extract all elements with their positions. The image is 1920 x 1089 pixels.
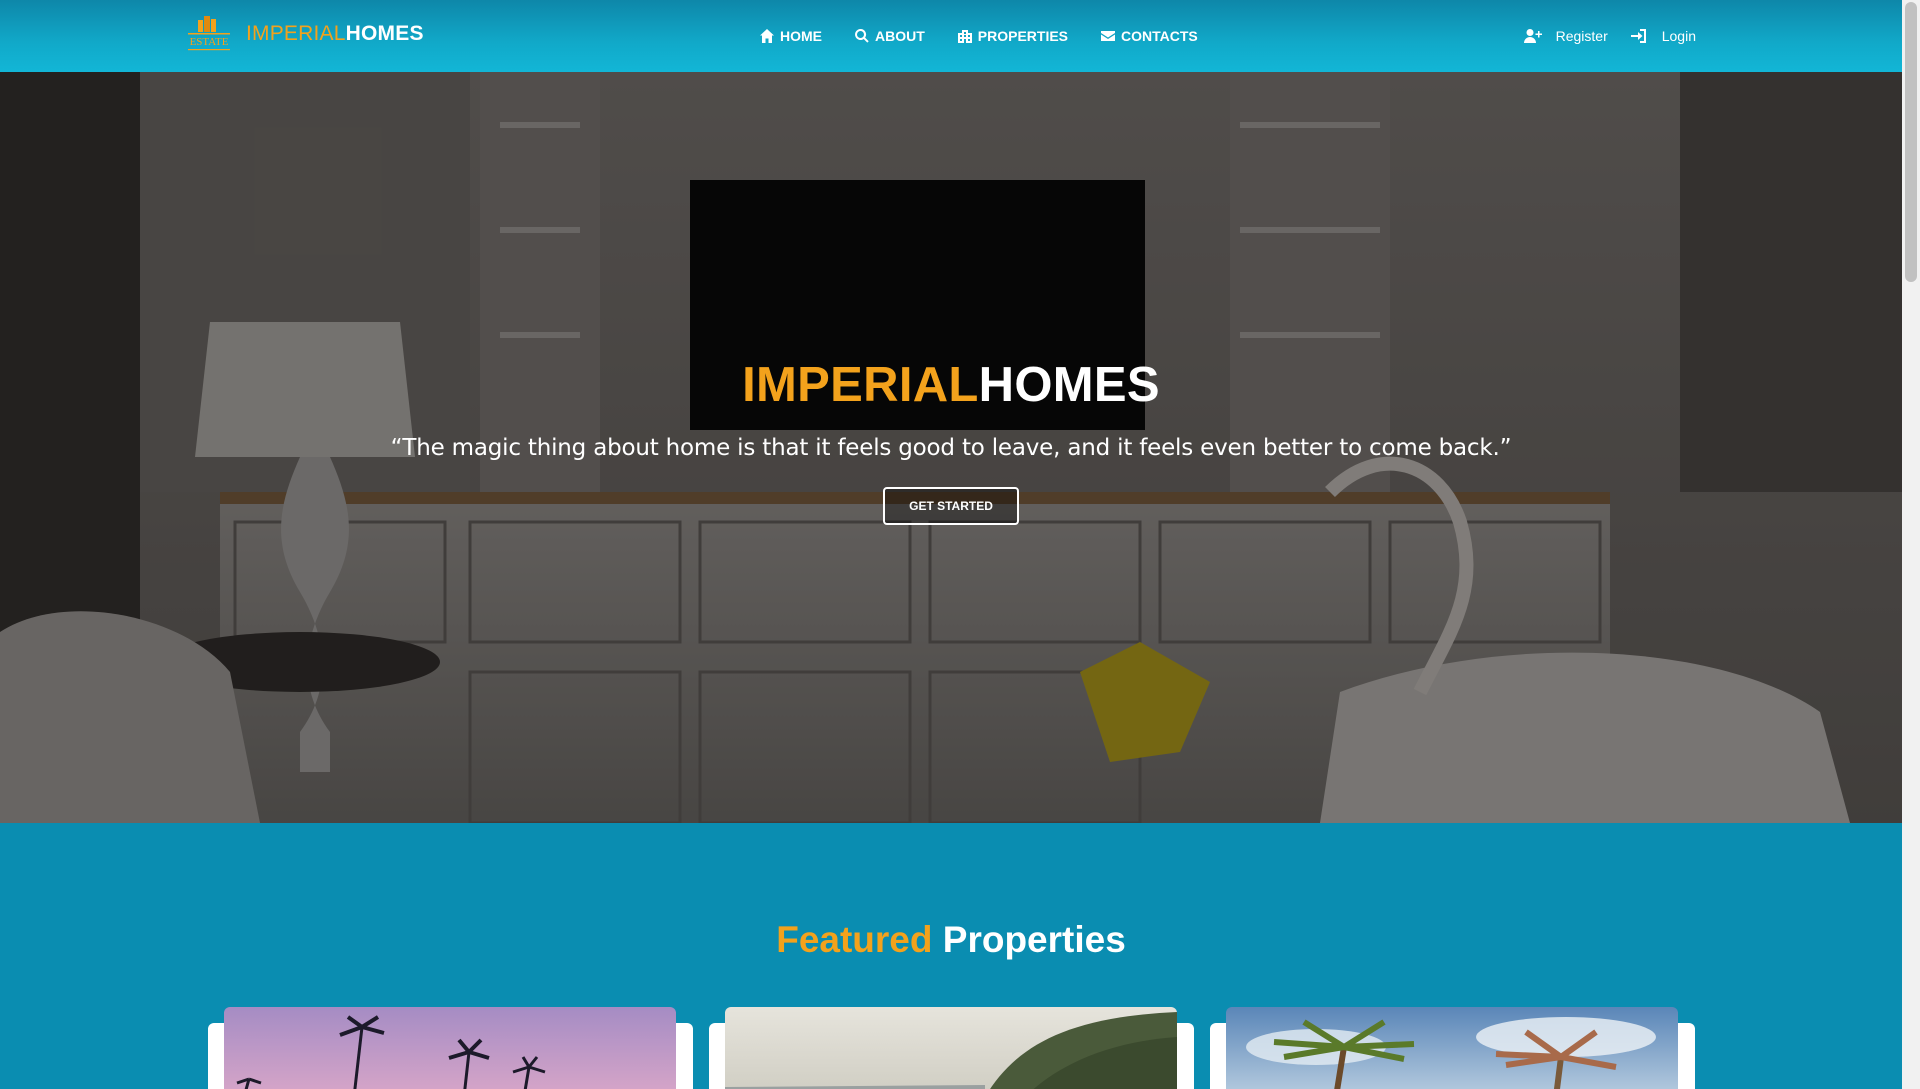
top-navbar: ESTATE IMPERIALHOMES HOME ABOUT PROPERTI…	[0, 0, 1902, 72]
nav-about[interactable]: ABOUT	[854, 28, 925, 44]
envelope-icon	[1101, 31, 1116, 41]
svg-text:ESTATE: ESTATE	[190, 36, 229, 48]
nav-home-label: HOME	[780, 28, 822, 44]
register-label: Register	[1555, 28, 1608, 44]
nav-home[interactable]: HOME	[759, 28, 822, 44]
featured-properties-section: Featured Properties	[0, 823, 1902, 1089]
palm-trees-sky-photo	[1226, 1007, 1678, 1089]
featured-title: Featured Properties	[0, 919, 1902, 961]
palm-trees-sunset-photo	[224, 1007, 676, 1089]
estate-logo-icon: ESTATE	[184, 14, 234, 54]
hero-title: IMPERIALHOMES	[0, 357, 1902, 413]
property-card-image[interactable]	[224, 1007, 676, 1089]
get-started-button[interactable]: GET STARTED	[883, 487, 1019, 525]
nav-contacts[interactable]: CONTACTS	[1100, 28, 1198, 44]
sign-in-icon	[1630, 29, 1646, 43]
login-link[interactable]: Login	[1630, 28, 1696, 44]
property-card-image[interactable]	[1226, 1007, 1678, 1089]
building-icon	[957, 30, 972, 43]
brand-name-part2: HOMES	[345, 22, 424, 45]
nav-contacts-label: CONTACTS	[1121, 28, 1198, 44]
register-link[interactable]: Register	[1523, 28, 1608, 44]
hero-quote: “The magic thing about home is that it f…	[390, 435, 1512, 461]
user-plus-icon	[1523, 29, 1542, 43]
hero-content: IMPERIALHOMES “The magic thing about hom…	[0, 357, 1902, 525]
featured-title-part2: Properties	[942, 919, 1126, 960]
brand[interactable]: ESTATE IMPERIALHOMES	[184, 14, 424, 54]
property-card-image[interactable]	[725, 1007, 1177, 1089]
hero-section: IMPERIALHOMES “The magic thing about hom…	[0, 72, 1902, 823]
search-icon	[855, 28, 869, 43]
brand-name: IMPERIALHOMES	[246, 22, 424, 46]
home-icon	[760, 29, 774, 43]
scrollbar-thumb[interactable]	[1905, 2, 1917, 282]
nav-about-label: ABOUT	[875, 28, 925, 44]
page-scrollbar[interactable]	[1902, 0, 1920, 1089]
hero-title-part1: IMPERIAL	[742, 358, 979, 412]
auth-nav: Register Login	[1502, 0, 1696, 72]
nav-properties[interactable]: PROPERTIES	[957, 28, 1068, 44]
featured-title-part1: Featured	[776, 919, 933, 960]
nav-properties-label: PROPERTIES	[977, 28, 1069, 44]
hero-title-part2: HOMES	[978, 358, 1160, 412]
coastal-hillside-photo	[725, 1007, 1177, 1089]
brand-name-part1: IMPERIAL	[246, 22, 346, 45]
login-label: Login	[1661, 28, 1696, 44]
main-nav: HOME ABOUT PROPERTIES CONTACTS	[759, 0, 1230, 72]
